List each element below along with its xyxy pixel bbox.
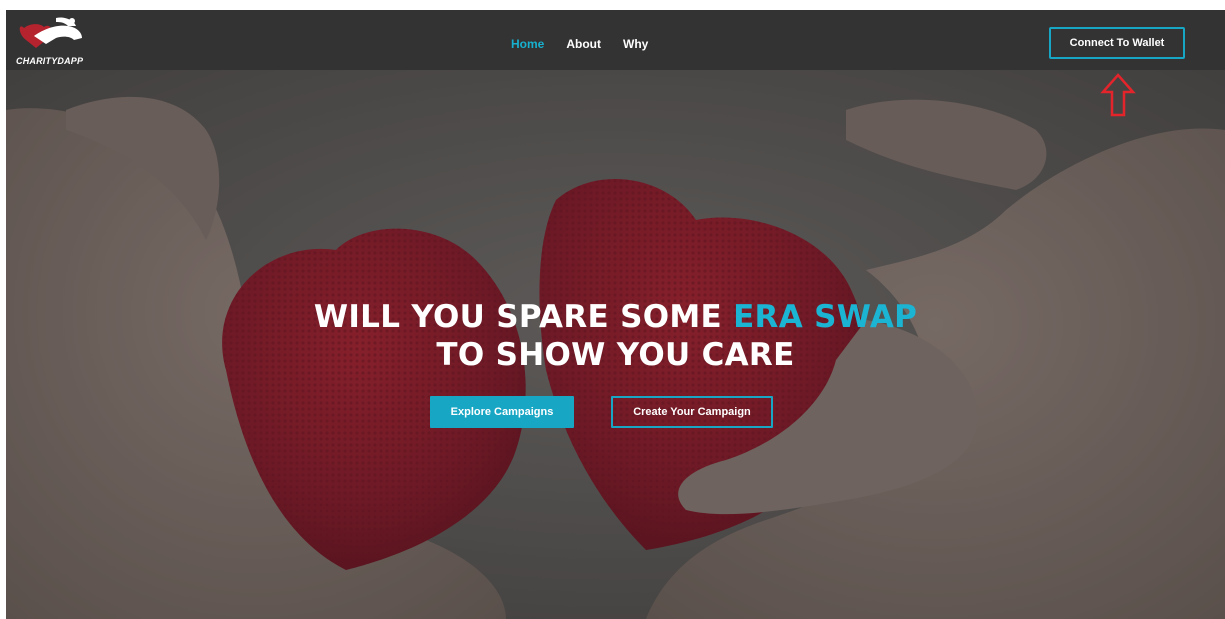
nav-why[interactable]: Why — [623, 37, 648, 51]
nav-home[interactable]: Home — [511, 37, 544, 51]
hero-section: WILL YOU SPARE SOME ERA SWAP TO SHOW YOU… — [6, 70, 1225, 619]
headline-line2: TO SHOW YOU CARE — [436, 337, 795, 373]
navbar: CHARITYDAPP Home About Why Connect To Wa… — [6, 10, 1225, 70]
nav-links: Home About Why — [511, 37, 670, 51]
nav-about[interactable]: About — [566, 37, 601, 51]
explore-campaigns-button[interactable]: Explore Campaigns — [430, 396, 574, 428]
create-campaign-button[interactable]: Create Your Campaign — [611, 396, 773, 428]
connect-wallet-button[interactable]: Connect To Wallet — [1049, 27, 1185, 59]
up-arrow-icon — [1100, 73, 1136, 117]
page: CHARITYDAPP Home About Why Connect To Wa… — [6, 10, 1225, 619]
headline-part1: WILL YOU SPARE SOME — [313, 299, 734, 335]
logo[interactable]: CHARITYDAPP — [14, 14, 88, 68]
headline-line1: WILL YOU SPARE SOME ERA SWAP — [6, 298, 1225, 336]
hero-headline: WILL YOU SPARE SOME ERA SWAP TO SHOW YOU… — [6, 298, 1225, 374]
brand-name: CHARITYDAPP — [16, 56, 84, 66]
headline-accent: ERA SWAP — [733, 299, 918, 335]
hand-heart-logo-icon — [19, 17, 82, 48]
